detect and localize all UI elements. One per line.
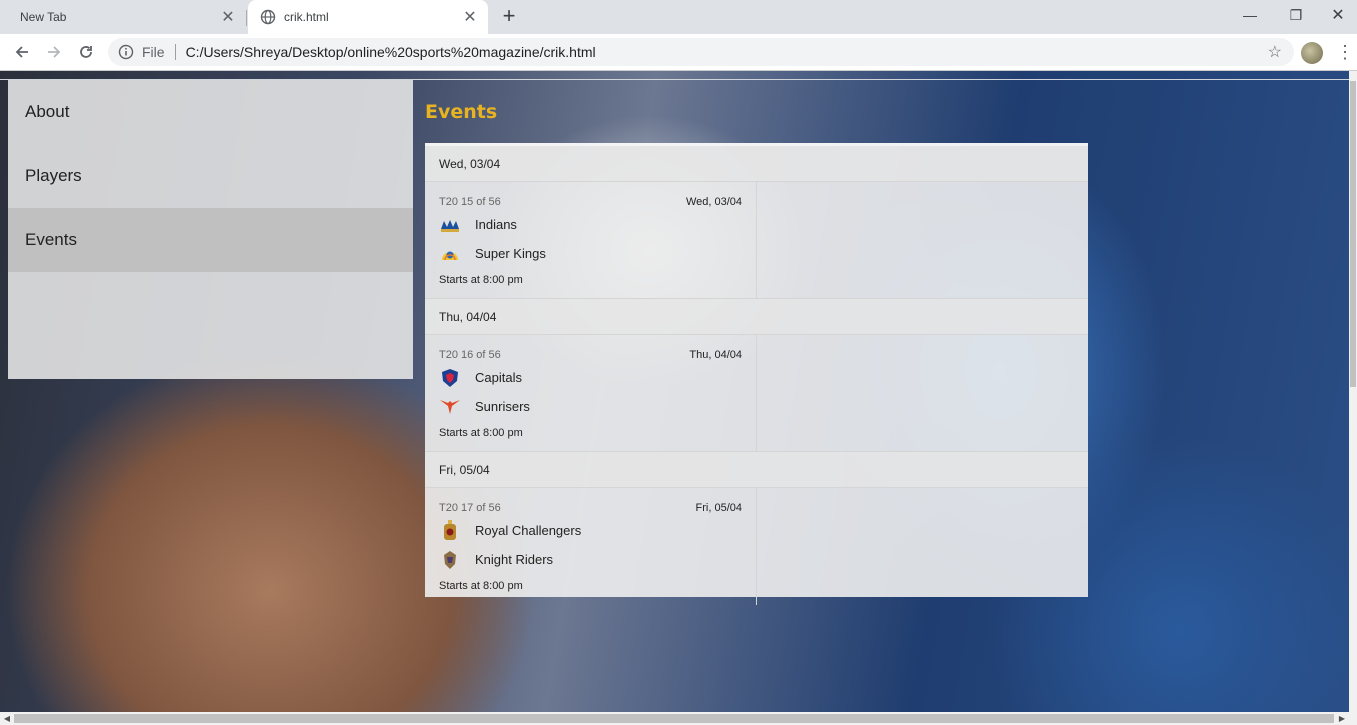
back-button[interactable] — [8, 38, 36, 66]
knight-riders-logo-icon — [439, 549, 461, 571]
new-tab-button[interactable]: + — [497, 5, 521, 29]
forward-button[interactable] — [40, 38, 68, 66]
match-date: Wed, 03/04 — [685, 196, 742, 208]
match-series: T20 16 of 56 — [439, 349, 501, 361]
team-row: Knight Riders — [439, 545, 742, 574]
start-time: Starts at 8:00 pm — [439, 427, 523, 439]
minimize-button[interactable]: — — [1227, 0, 1273, 30]
back-arrow-icon — [15, 46, 28, 58]
team-row: Indians — [439, 210, 742, 239]
team-name: Royal Challengers — [475, 523, 582, 538]
reload-icon — [80, 46, 92, 58]
reload-button[interactable] — [72, 38, 100, 66]
page-heading: Events — [425, 101, 498, 123]
scroll-right-arrow-icon[interactable]: ▶ — [1335, 712, 1349, 725]
match-card[interactable]: T20 17 of 56 Fri, 05/04 Royal Challenger… — [425, 488, 757, 605]
close-tab-icon[interactable]: ✕ — [216, 7, 240, 27]
empty-column — [757, 488, 1088, 605]
super-kings-logo-icon — [439, 243, 461, 265]
globe-icon — [260, 9, 276, 25]
team-name: Knight Riders — [475, 552, 554, 567]
day-row: T20 16 of 56 Thu, 04/04 Capitals Sunrise… — [425, 335, 1088, 452]
nav-item-events[interactable]: Events — [8, 208, 413, 272]
tab-divider — [246, 10, 247, 26]
capitals-logo-icon — [439, 367, 461, 389]
team-row: Sunrisers — [439, 392, 742, 421]
start-time: Starts at 8:00 pm — [439, 274, 523, 286]
empty-column — [757, 335, 1088, 451]
match-card[interactable]: T20 15 of 56 Wed, 03/04 Indians Super Ki… — [425, 182, 757, 298]
empty-column — [757, 182, 1088, 298]
forward-arrow-icon — [48, 46, 61, 58]
tab-title: crik.html — [284, 10, 329, 24]
tab-crik[interactable]: crik.html ✕ — [248, 0, 488, 34]
nav-item-players[interactable]: Players — [8, 144, 413, 208]
match-date: Fri, 05/04 — [695, 502, 742, 514]
team-row: Super Kings — [439, 239, 742, 268]
day-row: T20 15 of 56 Wed, 03/04 Indians Super Ki… — [425, 182, 1088, 299]
royal-challengers-logo-icon — [439, 519, 461, 542]
tab-new-tab[interactable]: New Tab ✕ — [0, 0, 246, 34]
horizontal-scroll-thumb[interactable] — [14, 714, 1334, 723]
vertical-scrollbar[interactable] — [1349, 71, 1357, 712]
close-window-button[interactable]: ✕ — [1319, 0, 1357, 30]
start-time: Starts at 8:00 pm — [439, 580, 523, 592]
team-row: Capitals — [439, 363, 742, 392]
address-bar[interactable]: File C:/Users/Shreya/Desktop/online%20sp… — [108, 38, 1294, 66]
page-viewport: About Players Events Events Wed, 03/04 T… — [0, 71, 1349, 712]
address-separator — [174, 44, 176, 60]
day-header: Wed, 03/04 — [425, 146, 1088, 182]
events-list: Wed, 03/04 T20 15 of 56 Wed, 03/04 India… — [425, 143, 1088, 605]
horizontal-scrollbar[interactable]: ◀ ▶ — [0, 712, 1357, 725]
profile-avatar[interactable] — [1301, 42, 1323, 64]
day-header: Fri, 05/04 — [425, 452, 1088, 488]
day-header: Thu, 04/04 — [425, 299, 1088, 335]
team-name: Sunrisers — [475, 399, 530, 414]
match-series: T20 15 of 56 — [439, 196, 501, 208]
match-card[interactable]: T20 16 of 56 Thu, 04/04 Capitals Sunrise… — [425, 335, 757, 451]
browser-toolbar: File C:/Users/Shreya/Desktop/online%20sp… — [0, 34, 1357, 71]
side-navigation: About Players Events — [8, 80, 413, 379]
tab-title: New Tab — [20, 10, 67, 24]
team-name: Indians — [475, 217, 517, 232]
url-text[interactable]: C:/Users/Shreya/Desktop/online%20sports%… — [186, 44, 1268, 60]
match-date: Thu, 04/04 — [689, 349, 742, 361]
team-name: Capitals — [475, 370, 522, 385]
info-icon[interactable] — [118, 44, 134, 60]
vertical-scroll-thumb[interactable] — [1350, 81, 1356, 387]
url-scheme-label: File — [142, 44, 165, 60]
nav-item-about[interactable]: About — [8, 80, 413, 144]
team-name: Super Kings — [475, 246, 546, 261]
tab-strip: New Tab ✕ crik.html ✕ + — ❐ ✕ — [0, 0, 1357, 34]
maximize-button[interactable]: ❐ — [1273, 0, 1319, 30]
team-row: Royal Challengers — [439, 516, 742, 545]
day-row: T20 17 of 56 Fri, 05/04 Royal Challenger… — [425, 488, 1088, 605]
star-icon[interactable]: ☆ — [1268, 42, 1282, 62]
sunrisers-logo-icon — [439, 396, 461, 418]
indians-logo-icon — [439, 214, 461, 236]
kebab-menu-icon[interactable]: ⋮ — [1336, 40, 1354, 64]
match-series: T20 17 of 56 — [439, 502, 501, 514]
scroll-left-arrow-icon[interactable]: ◀ — [0, 712, 14, 725]
close-tab-icon[interactable]: ✕ — [458, 7, 482, 27]
